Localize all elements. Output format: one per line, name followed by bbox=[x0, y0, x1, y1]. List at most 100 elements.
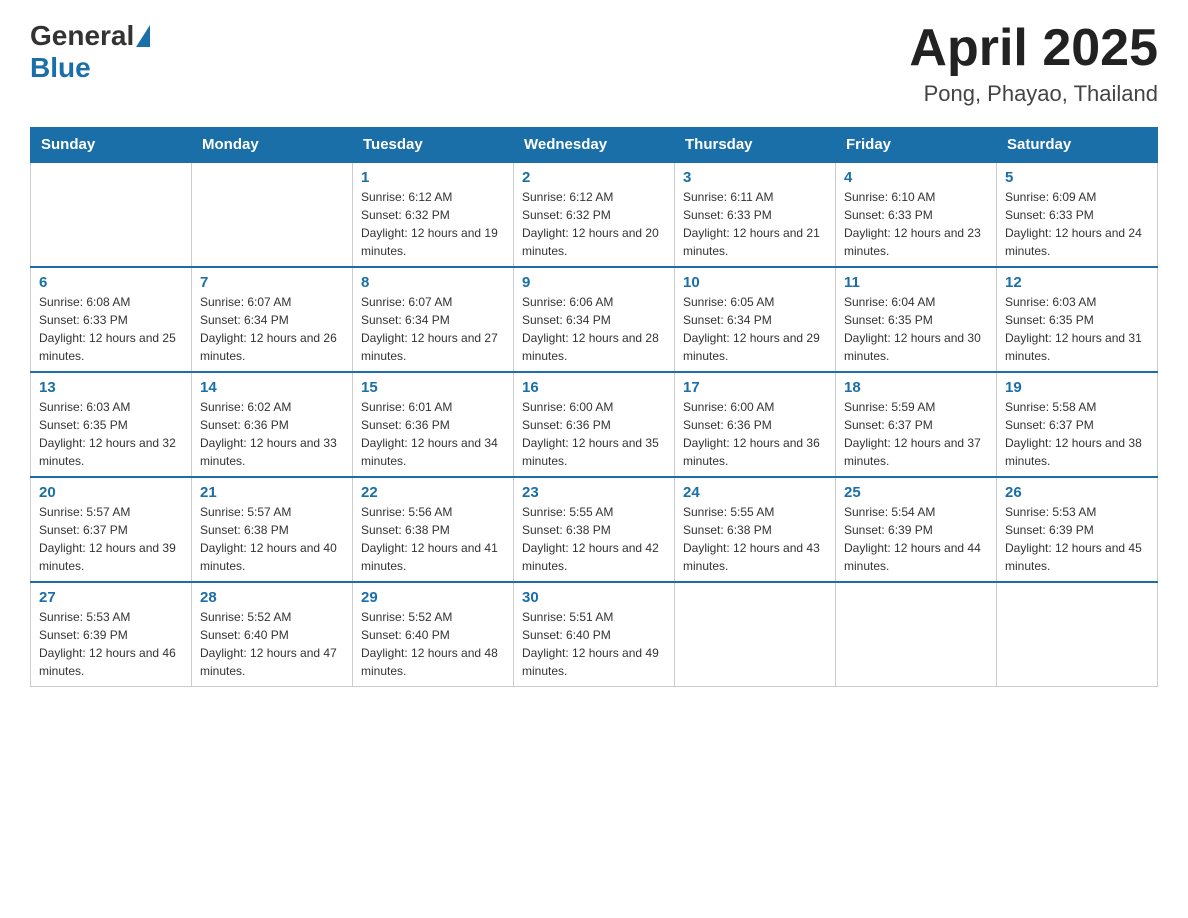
table-row: 22Sunrise: 5:56 AMSunset: 6:38 PMDayligh… bbox=[353, 477, 514, 582]
header-monday: Monday bbox=[192, 128, 353, 163]
logo-general-text: General bbox=[30, 20, 134, 52]
day-info: Sunrise: 6:05 AMSunset: 6:34 PMDaylight:… bbox=[683, 293, 827, 365]
day-info: Sunrise: 6:04 AMSunset: 6:35 PMDaylight:… bbox=[844, 293, 988, 365]
table-row: 21 Sunrise: 5:57 AMSunset: 6:38 PMDayligh… bbox=[192, 477, 353, 582]
day-info: Sunrise: 5:57 AMSunset: 6:38 PMDaylight:… bbox=[200, 503, 344, 575]
day-info: Sunrise: 6:12 AMSunset: 6:32 PMDaylight:… bbox=[522, 188, 666, 260]
table-row: 16Sunrise: 6:00 AMSunset: 6:36 PMDayligh… bbox=[514, 372, 675, 477]
header-saturday: Saturday bbox=[997, 128, 1158, 163]
table-row bbox=[836, 582, 997, 687]
table-row: 18 Sunrise: 5:59 AMSunset: 6:37 PMDayligh… bbox=[836, 372, 997, 477]
day-info: Sunrise: 6:00 AMSunset: 6:36 PMDaylight:… bbox=[522, 398, 666, 470]
table-row bbox=[192, 162, 353, 267]
day-number: 15 bbox=[361, 379, 505, 396]
day-info: Sunrise: 5:52 AMSunset: 6:40 PMDaylight:… bbox=[361, 608, 505, 680]
table-row: 27 Sunrise: 5:53 AMSunset: 6:39 PMDayligh… bbox=[31, 582, 192, 687]
day-info: Sunrise: 5:59 AMSunset: 6:37 PMDaylight:… bbox=[844, 398, 988, 470]
day-number: 17 bbox=[683, 379, 827, 396]
day-info: Sunrise: 6:09 AMSunset: 6:33 PMDaylight:… bbox=[1005, 188, 1149, 260]
day-number: 25 bbox=[844, 484, 988, 501]
table-row: 29 Sunrise: 5:52 AMSunset: 6:40 PMDayligh… bbox=[353, 582, 514, 687]
header-tuesday: Tuesday bbox=[353, 128, 514, 163]
day-number: 3 bbox=[683, 169, 827, 186]
header-sunday: Sunday bbox=[31, 128, 192, 163]
day-number: 20 bbox=[39, 484, 183, 501]
day-number: 30 bbox=[522, 589, 666, 606]
table-row: 26 Sunrise: 5:53 AMSunset: 6:39 PMDayligh… bbox=[997, 477, 1158, 582]
calendar-week-row: 1 Sunrise: 6:12 AMSunset: 6:32 PMDaylight… bbox=[31, 162, 1158, 267]
logo-blue-text: Blue bbox=[30, 52, 91, 83]
day-info: Sunrise: 6:01 AMSunset: 6:36 PMDaylight:… bbox=[361, 398, 505, 470]
day-info: Sunrise: 5:53 AMSunset: 6:39 PMDaylight:… bbox=[1005, 503, 1149, 575]
table-row: 25 Sunrise: 5:54 AMSunset: 6:39 PMDayligh… bbox=[836, 477, 997, 582]
day-info: Sunrise: 5:55 AMSunset: 6:38 PMDaylight:… bbox=[522, 503, 666, 575]
title-block: April 2025 Pong, Phayao, Thailand bbox=[909, 20, 1158, 107]
calendar-week-row: 6 Sunrise: 6:08 AMSunset: 6:33 PMDaylight… bbox=[31, 267, 1158, 372]
day-number: 6 bbox=[39, 274, 183, 291]
day-number: 10 bbox=[683, 274, 827, 291]
calendar-week-row: 20 Sunrise: 5:57 AMSunset: 6:37 PMDayligh… bbox=[31, 477, 1158, 582]
table-row: 8 Sunrise: 6:07 AMSunset: 6:34 PMDaylight… bbox=[353, 267, 514, 372]
table-row: 4 Sunrise: 6:10 AMSunset: 6:33 PMDaylight… bbox=[836, 162, 997, 267]
table-row: 7Sunrise: 6:07 AMSunset: 6:34 PMDaylight… bbox=[192, 267, 353, 372]
day-number: 12 bbox=[1005, 274, 1149, 291]
day-info: Sunrise: 6:03 AMSunset: 6:35 PMDaylight:… bbox=[1005, 293, 1149, 365]
day-number: 9 bbox=[522, 274, 666, 291]
table-row: 23 Sunrise: 5:55 AMSunset: 6:38 PMDayligh… bbox=[514, 477, 675, 582]
calendar-week-row: 27 Sunrise: 5:53 AMSunset: 6:39 PMDayligh… bbox=[31, 582, 1158, 687]
day-info: Sunrise: 6:03 AMSunset: 6:35 PMDaylight:… bbox=[39, 398, 183, 470]
day-info: Sunrise: 5:55 AMSunset: 6:38 PMDaylight:… bbox=[683, 503, 827, 575]
day-number: 26 bbox=[1005, 484, 1149, 501]
table-row: 11 Sunrise: 6:04 AMSunset: 6:35 PMDayligh… bbox=[836, 267, 997, 372]
day-number: 11 bbox=[844, 274, 988, 291]
day-info: Sunrise: 6:07 AMSunset: 6:34 PMDaylight:… bbox=[200, 293, 344, 365]
header-wednesday: Wednesday bbox=[514, 128, 675, 163]
day-info: Sunrise: 6:07 AMSunset: 6:34 PMDaylight:… bbox=[361, 293, 505, 365]
table-row: 19 Sunrise: 5:58 AMSunset: 6:37 PMDayligh… bbox=[997, 372, 1158, 477]
table-row: 12 Sunrise: 6:03 AMSunset: 6:35 PMDayligh… bbox=[997, 267, 1158, 372]
day-info: Sunrise: 6:06 AMSunset: 6:34 PMDaylight:… bbox=[522, 293, 666, 365]
day-number: 4 bbox=[844, 169, 988, 186]
table-row bbox=[675, 582, 836, 687]
day-info: Sunrise: 5:56 AMSunset: 6:38 PMDaylight:… bbox=[361, 503, 505, 575]
table-row: 1Sunrise: 6:12 AMSunset: 6:32 PMDaylight… bbox=[353, 162, 514, 267]
day-number: 1 bbox=[361, 169, 505, 186]
table-row: 2 Sunrise: 6:12 AMSunset: 6:32 PMDaylight… bbox=[514, 162, 675, 267]
day-number: 13 bbox=[39, 379, 183, 396]
day-info: Sunrise: 6:10 AMSunset: 6:33 PMDaylight:… bbox=[844, 188, 988, 260]
day-info: Sunrise: 6:11 AMSunset: 6:33 PMDaylight:… bbox=[683, 188, 827, 260]
day-number: 18 bbox=[844, 379, 988, 396]
logo-triangle-icon bbox=[136, 25, 150, 47]
day-info: Sunrise: 5:57 AMSunset: 6:37 PMDaylight:… bbox=[39, 503, 183, 575]
logo: General Blue bbox=[30, 20, 152, 84]
day-number: 8 bbox=[361, 274, 505, 291]
day-number: 23 bbox=[522, 484, 666, 501]
table-row bbox=[31, 162, 192, 267]
day-info: Sunrise: 5:58 AMSunset: 6:37 PMDaylight:… bbox=[1005, 398, 1149, 470]
table-row: 13 Sunrise: 6:03 AMSunset: 6:35 PMDayligh… bbox=[31, 372, 192, 477]
table-row: 24Sunrise: 5:55 AMSunset: 6:38 PMDayligh… bbox=[675, 477, 836, 582]
day-number: 29 bbox=[361, 589, 505, 606]
header-friday: Friday bbox=[836, 128, 997, 163]
day-number: 27 bbox=[39, 589, 183, 606]
table-row: 14Sunrise: 6:02 AMSunset: 6:36 PMDayligh… bbox=[192, 372, 353, 477]
day-number: 19 bbox=[1005, 379, 1149, 396]
location-subtitle: Pong, Phayao, Thailand bbox=[909, 81, 1158, 107]
day-info: Sunrise: 5:54 AMSunset: 6:39 PMDaylight:… bbox=[844, 503, 988, 575]
day-info: Sunrise: 6:02 AMSunset: 6:36 PMDaylight:… bbox=[200, 398, 344, 470]
day-info: Sunrise: 5:53 AMSunset: 6:39 PMDaylight:… bbox=[39, 608, 183, 680]
table-row: 17Sunrise: 6:00 AMSunset: 6:36 PMDayligh… bbox=[675, 372, 836, 477]
day-info: Sunrise: 5:52 AMSunset: 6:40 PMDaylight:… bbox=[200, 608, 344, 680]
table-row: 15 Sunrise: 6:01 AMSunset: 6:36 PMDayligh… bbox=[353, 372, 514, 477]
day-info: Sunrise: 5:51 AMSunset: 6:40 PMDaylight:… bbox=[522, 608, 666, 680]
day-number: 21 bbox=[200, 484, 344, 501]
table-row: 10 Sunrise: 6:05 AMSunset: 6:34 PMDayligh… bbox=[675, 267, 836, 372]
day-info: Sunrise: 6:08 AMSunset: 6:33 PMDaylight:… bbox=[39, 293, 183, 365]
header-thursday: Thursday bbox=[675, 128, 836, 163]
table-row: 3 Sunrise: 6:11 AMSunset: 6:33 PMDaylight… bbox=[675, 162, 836, 267]
table-row: 28Sunrise: 5:52 AMSunset: 6:40 PMDayligh… bbox=[192, 582, 353, 687]
month-year-title: April 2025 bbox=[909, 20, 1158, 77]
table-row bbox=[997, 582, 1158, 687]
day-number: 2 bbox=[522, 169, 666, 186]
page-header: General Blue April 2025 Pong, Phayao, Th… bbox=[30, 20, 1158, 107]
